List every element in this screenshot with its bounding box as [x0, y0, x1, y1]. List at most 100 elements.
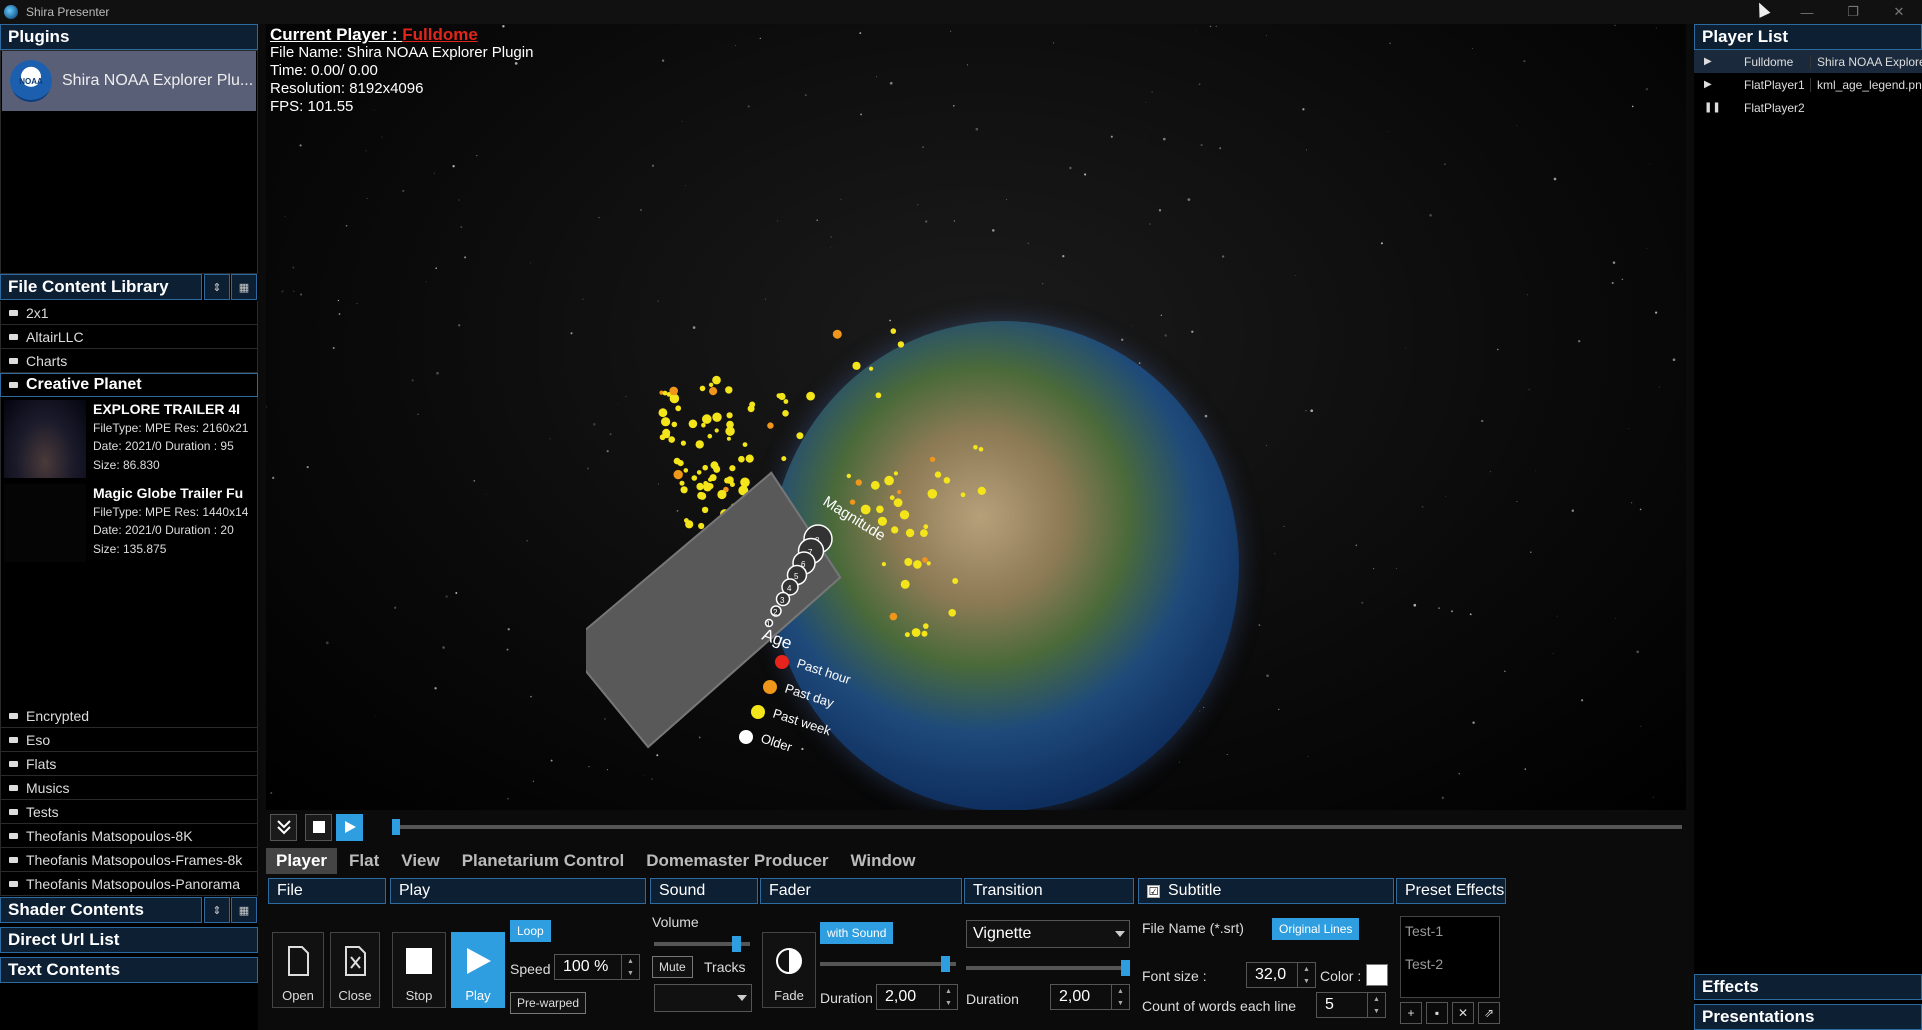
tab-domemaster-producer[interactable]: Domemaster Producer — [636, 848, 838, 874]
folder-item[interactable]: Flats — [0, 752, 258, 776]
transition-slider[interactable] — [966, 960, 1130, 976]
spin-down-icon[interactable]: ▼ — [1303, 978, 1310, 985]
collapse-down-button[interactable] — [270, 813, 297, 841]
plugin-item-noaa[interactable]: NOAA Shira NOAA Explorer Plu... — [2, 51, 256, 111]
text-contents-header[interactable]: Text Contents — [0, 957, 258, 983]
folder-item[interactable]: Tests — [0, 800, 258, 824]
open-button[interactable]: Open — [272, 932, 324, 1008]
fade-button[interactable]: Fade — [762, 932, 816, 1008]
stop-button[interactable] — [305, 813, 332, 841]
tab-view[interactable]: View — [391, 848, 449, 874]
close-file-button[interactable]: Close — [330, 932, 380, 1008]
spin-down-icon[interactable]: ▼ — [627, 970, 634, 977]
spin-up-icon[interactable]: ▲ — [1117, 988, 1124, 995]
with-sound-toggle[interactable]: with Sound — [820, 922, 894, 944]
maximize-icon[interactable]: ❐ — [1830, 0, 1876, 24]
earthquake-point — [702, 414, 712, 424]
shader-header-row: Shader Contents ⇕ ▦ — [0, 897, 258, 924]
fader-duration-spinbox[interactable]: 2,00 ▲ ▼ — [876, 984, 958, 1010]
font-size-spinbox[interactable]: 32,0 ▲ ▼ — [1246, 962, 1316, 988]
prewarped-button[interactable]: Pre-warped — [510, 992, 587, 1014]
tab-flat[interactable]: Flat — [339, 848, 389, 874]
seek-bar[interactable] — [392, 819, 1682, 835]
tab-planetarium-control[interactable]: Planetarium Control — [452, 848, 634, 874]
folder-item[interactable]: Theofanis Matsopoulos-Panorama — [0, 872, 258, 896]
subtitle-color-swatch[interactable] — [1366, 964, 1388, 986]
spin-down-icon[interactable]: ▼ — [1373, 1008, 1380, 1015]
folder-item[interactable]: 2x1 — [0, 301, 258, 325]
folder-item-open[interactable]: Creative Planet — [0, 373, 258, 397]
spin-down-icon[interactable]: ▼ — [1117, 1000, 1124, 1007]
folder-item[interactable]: Theofanis Matsopoulos-8K — [0, 824, 258, 848]
volume-handle[interactable] — [732, 936, 741, 952]
tab-window[interactable]: Window — [841, 848, 926, 874]
folder-item[interactable]: Charts — [0, 349, 258, 373]
spin-down-icon[interactable]: ▼ — [945, 1000, 952, 1007]
player-row[interactable]: ▶ FlatPlayer1 kml_age_legend.png — [1694, 73, 1922, 96]
save-icon[interactable]: ▪ — [1426, 1002, 1448, 1024]
seek-handle[interactable] — [392, 819, 400, 835]
play-icon — [467, 947, 491, 974]
folder-icon — [9, 309, 18, 316]
folder-item[interactable]: Musics — [0, 776, 258, 800]
player-row[interactable]: ❚❚ FlatPlayer2 — [1694, 96, 1922, 119]
original-lines-button[interactable]: Original Lines — [1272, 918, 1360, 940]
close-icon[interactable]: ✕ — [1876, 0, 1922, 24]
tab-player[interactable]: Player — [266, 848, 338, 874]
play-section-header: Play — [390, 878, 646, 904]
player-list-header[interactable]: Player List — [1694, 24, 1922, 50]
plugins-header[interactable]: Plugins — [0, 24, 258, 50]
words-per-line-spinbox[interactable]: 5 ▲ ▼ — [1316, 992, 1386, 1018]
transition-effect-select[interactable]: Vignette — [966, 920, 1130, 948]
folder-icon — [9, 760, 18, 767]
earthquake-point — [921, 630, 928, 637]
dome-viewport[interactable]: Magnitude 87654321 Age Past hourPast day… — [266, 24, 1686, 810]
volume-slider[interactable] — [654, 936, 750, 952]
player-row[interactable]: ▶ Fulldome Shira NOAA Explorer — [1694, 50, 1922, 73]
loop-toggle[interactable]: Loop — [510, 920, 551, 942]
fader-slider[interactable] — [820, 956, 956, 972]
folder-item[interactable]: Theofanis Matsopoulos-Frames-8k — [0, 848, 258, 872]
folder-item[interactable]: AltairLLC — [0, 325, 258, 349]
grid-view-icon[interactable]: ▦ — [231, 274, 257, 300]
tracks-select[interactable] — [654, 984, 752, 1012]
folder-item[interactable]: Encrypted — [0, 704, 258, 728]
preset-item[interactable]: Test-1 — [1405, 923, 1499, 956]
effects-header[interactable]: Effects — [1694, 974, 1922, 1000]
earthquake-point — [707, 433, 713, 439]
earthquake-point — [832, 329, 842, 339]
folder-item[interactable]: Eso — [0, 728, 258, 752]
transition-duration-spinbox[interactable]: 2,00 ▲ ▼ — [1050, 984, 1130, 1010]
direct-url-list-header[interactable]: Direct Url List — [0, 927, 258, 953]
fader-handle[interactable] — [941, 956, 950, 972]
earthquake-point — [923, 623, 929, 629]
folder-icon — [9, 333, 18, 340]
play-big-button[interactable]: Play — [451, 932, 505, 1008]
subtitle-section-header[interactable]: ☑ Subtitle — [1138, 878, 1394, 904]
spin-up-icon[interactable]: ▲ — [1303, 966, 1310, 973]
mute-button[interactable]: Mute — [652, 956, 693, 978]
spin-up-icon[interactable]: ▲ — [1373, 996, 1380, 1003]
grid-view-icon[interactable]: ▦ — [231, 897, 257, 923]
shader-contents-header[interactable]: Shader Contents — [0, 897, 202, 923]
stop-big-button[interactable]: Stop — [392, 932, 446, 1008]
preset-item[interactable]: Test-2 — [1405, 956, 1499, 989]
media-item[interactable]: Magic Globe Trailer Fu FileType: MPE Res… — [0, 481, 258, 565]
folder-icon — [9, 808, 18, 815]
transition-handle[interactable] — [1121, 960, 1130, 976]
add-icon[interactable]: + — [1400, 1002, 1422, 1024]
sort-arrows-icon[interactable]: ⇕ — [204, 897, 230, 923]
delete-icon[interactable]: ✕ — [1452, 1002, 1474, 1024]
spin-up-icon[interactable]: ▲ — [627, 958, 634, 965]
library-header[interactable]: File Content Library — [0, 274, 202, 300]
media-item[interactable]: EXPLORE TRAILER 4I FileType: MPE Res: 21… — [0, 397, 258, 481]
folder-icon — [9, 856, 18, 863]
minimize-icon[interactable]: — — [1784, 0, 1830, 24]
presentations-header[interactable]: Presentations — [1694, 1004, 1922, 1030]
sort-arrows-icon[interactable]: ⇕ — [204, 274, 230, 300]
speed-spinbox[interactable]: 100 % ▲ ▼ — [554, 954, 640, 980]
spin-up-icon[interactable]: ▲ — [945, 988, 952, 995]
subtitle-checkbox[interactable]: ☑ — [1147, 884, 1160, 898]
export-icon[interactable]: ⇗ — [1478, 1002, 1500, 1024]
play-button[interactable] — [336, 813, 363, 841]
